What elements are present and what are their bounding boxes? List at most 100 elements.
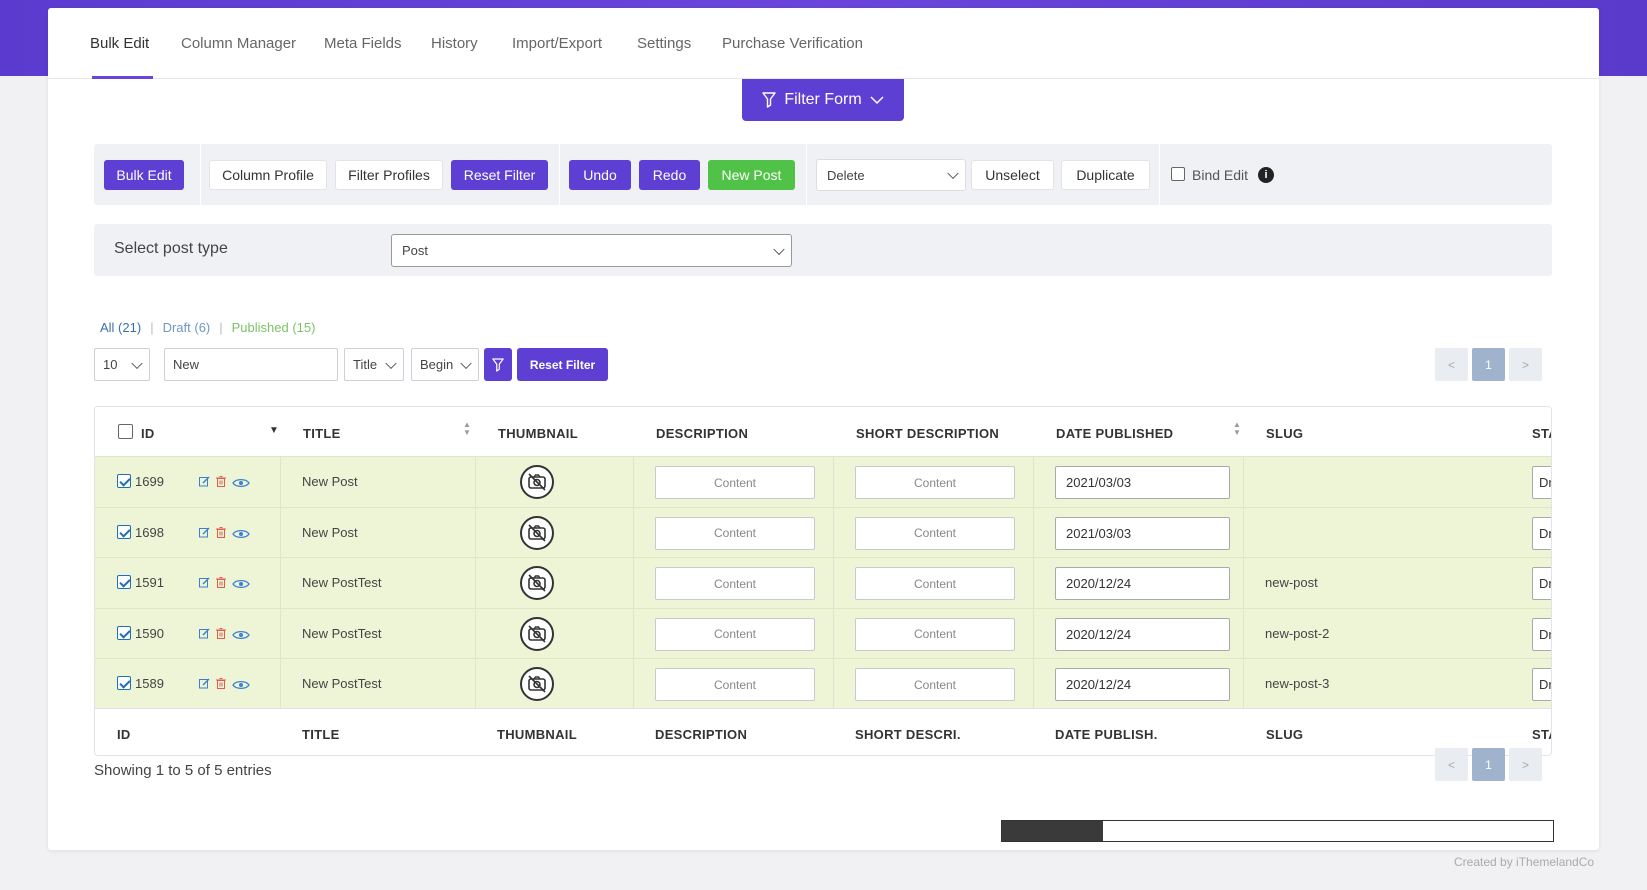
column-header-title[interactable]: TITLE [303,426,341,441]
filter-profiles-button[interactable]: Filter Profiles [335,160,443,190]
edit-icon[interactable] [199,575,210,593]
date-published-input[interactable]: 2020/12/24 [1055,617,1230,651]
row-title[interactable]: New PostTest [302,626,381,641]
short-description-button[interactable]: Content [855,668,1015,701]
status-select[interactable]: Dr [1532,516,1551,550]
next-page-button[interactable]: > [1509,348,1542,381]
description-button[interactable]: Content [655,466,815,499]
status-published-link[interactable]: Published (15) [232,320,316,335]
page-1-button[interactable]: 1 [1472,748,1505,781]
edit-icon[interactable] [199,525,210,543]
post-type-select[interactable]: Post [391,234,792,267]
row-checkbox[interactable] [117,524,131,539]
row-title[interactable]: New PostTest [302,676,381,691]
per-page-select[interactable]: 10 [94,348,150,381]
quick-reset-filter-button[interactable]: Reset Filter [517,348,608,381]
no-image-icon[interactable] [520,667,554,701]
duplicate-button[interactable]: Duplicate [1061,160,1150,190]
column-header-date-published[interactable]: DATE PUBLISHED [1056,426,1173,441]
next-page-button[interactable]: > [1509,748,1542,781]
trash-icon[interactable] [216,676,226,694]
short-description-button[interactable]: Content [855,567,1015,600]
description-button[interactable]: Content [655,668,815,701]
search-operator-select[interactable]: Begin [411,348,479,381]
page-1-button[interactable]: 1 [1472,348,1505,381]
row-title[interactable]: New Post [302,474,358,489]
bulk-edit-button[interactable]: Bulk Edit [104,160,184,190]
view-eye-icon[interactable] [232,526,250,544]
no-image-icon[interactable] [520,515,554,550]
info-icon[interactable]: i [1258,167,1274,183]
trash-icon[interactable] [216,525,226,543]
quick-search-input[interactable]: New [164,348,338,381]
description-button[interactable]: Content [655,617,815,651]
short-description-button[interactable]: Content [855,617,1015,651]
select-all-checkbox[interactable] [118,424,133,439]
tab-history[interactable]: History [431,35,478,52]
column-profile-button[interactable]: Column Profile [209,160,327,190]
tab-settings[interactable]: Settings [637,35,691,52]
reset-filter-button[interactable]: Reset Filter [451,160,548,190]
short-description-button[interactable]: Content [855,516,1015,550]
short-description-button[interactable]: Content [855,466,1015,499]
status-select[interactable]: Dr [1532,466,1551,499]
prev-page-button[interactable]: < [1435,748,1468,781]
status-select[interactable]: Dr [1532,668,1551,701]
status-all-link[interactable]: All (21) [100,320,141,335]
description-button[interactable]: Content [655,516,815,550]
sort-icon[interactable]: ▲ ▼ [1233,421,1241,437]
horizontal-scrollbar[interactable] [1001,820,1554,842]
bulk-action-select[interactable]: Delete [816,159,966,191]
unselect-button[interactable]: Unselect [971,160,1054,190]
trash-icon[interactable] [216,626,226,644]
view-eye-icon[interactable] [232,677,250,695]
row-slug[interactable]: new-post-2 [1265,626,1329,641]
status-draft-link[interactable]: Draft (6) [163,320,211,335]
tab-purchase-verification[interactable]: Purchase Verification [722,35,863,52]
date-published-input[interactable]: 2021/03/03 [1055,516,1230,550]
status-select[interactable]: Dr [1532,567,1551,600]
tab-meta-fields[interactable]: Meta Fields [324,35,402,52]
tab-bulk-edit[interactable]: Bulk Edit [90,35,149,52]
search-field-select[interactable]: Title [344,348,404,381]
view-eye-icon[interactable] [232,475,250,493]
undo-button[interactable]: Undo [569,160,631,190]
row-title[interactable]: New Post [302,525,358,540]
date-published-input[interactable]: 2020/12/24 [1055,567,1230,600]
tab-column-manager[interactable]: Column Manager [181,35,296,52]
description-button[interactable]: Content [655,567,815,600]
view-eye-icon[interactable] [232,627,250,645]
row-checkbox[interactable] [117,676,131,690]
row-checkbox[interactable] [117,474,131,488]
new-post-button[interactable]: New Post [708,160,795,190]
edit-icon[interactable] [199,626,210,644]
prev-page-button[interactable]: < [1435,348,1468,381]
redo-button[interactable]: Redo [639,160,700,190]
no-image-icon[interactable] [520,566,554,600]
entries-summary: Showing 1 to 5 of 5 entries [94,762,272,779]
date-published-input[interactable]: 2020/12/24 [1055,668,1230,701]
row-title[interactable]: New PostTest [302,575,381,590]
column-header-id[interactable]: ID [141,426,155,441]
sort-icon[interactable]: ▲ ▼ [463,421,471,437]
row-slug[interactable]: new-post-3 [1265,676,1329,691]
row-slug[interactable]: new-post [1265,575,1318,590]
cell-divider [280,457,281,507]
no-image-icon[interactable] [520,465,554,499]
trash-icon[interactable] [216,474,226,492]
bind-edit-checkbox[interactable] [1171,167,1185,181]
row-checkbox[interactable] [117,575,131,589]
trash-icon[interactable] [216,575,226,593]
tab-import-export[interactable]: Import/Export [512,35,602,52]
scrollbar-thumb[interactable] [1002,821,1103,841]
quick-filter-button[interactable] [484,348,512,381]
no-image-icon[interactable] [520,616,554,651]
status-select[interactable]: Dr [1532,617,1551,651]
row-checkbox[interactable] [117,625,131,640]
edit-icon[interactable] [199,676,210,694]
filter-form-button[interactable]: Filter Form [742,79,904,121]
sort-desc-icon[interactable]: ▼ [269,425,279,436]
date-published-input[interactable]: 2021/03/03 [1055,466,1230,499]
edit-icon[interactable] [199,474,210,492]
view-eye-icon[interactable] [232,576,250,594]
